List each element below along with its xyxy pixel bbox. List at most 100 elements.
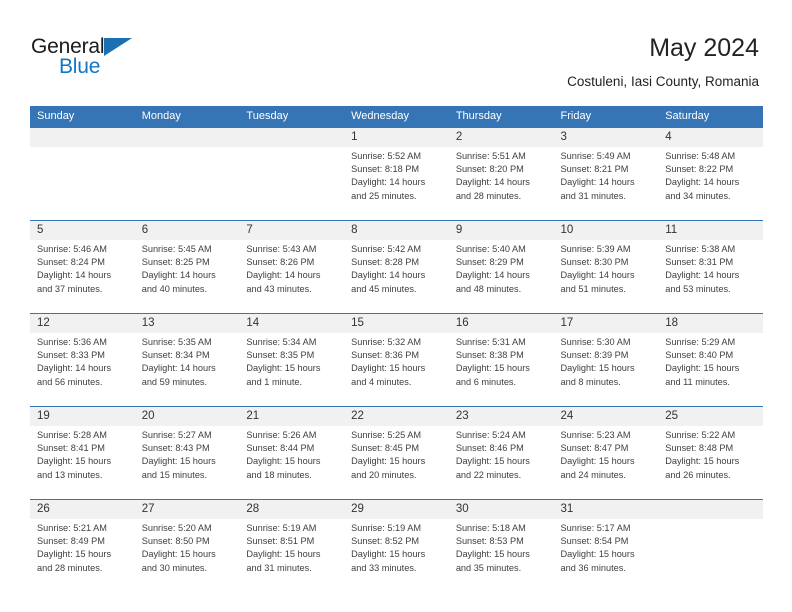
weekday-header-sunday: Sunday bbox=[37, 110, 75, 122]
day-info-24[interactable]: Sunrise: 5:23 AM Sunset: 8:47 PM Daylight:… bbox=[554, 426, 659, 499]
sunrise-text: Sunrise: 5:48 AM bbox=[665, 151, 736, 161]
day-number-16[interactable]: 16 bbox=[449, 314, 554, 333]
day-number-18[interactable]: 18 bbox=[658, 314, 763, 333]
sunrise-text: Sunrise: 5:17 AM bbox=[560, 523, 631, 533]
daylight-text-cont: and 35 minutes. bbox=[455, 562, 522, 573]
sunrise-text: Sunrise: 5:36 AM bbox=[37, 337, 107, 347]
day-number-17[interactable]: 17 bbox=[554, 314, 659, 333]
day-number-14[interactable]: 14 bbox=[239, 314, 344, 333]
calendar-grid: Sunday Monday Tuesday Wednesday Thursday Frid… bbox=[30, 106, 763, 592]
day-number-1[interactable]: 1 bbox=[344, 128, 449, 147]
day-info-17[interactable]: Sunrise: 5:30 AM Sunset: 8:39 PM Daylight:… bbox=[554, 333, 659, 406]
day-number-29[interactable]: 29 bbox=[344, 500, 449, 519]
day-info-5[interactable]: Sunrise: 5:46 AM Sunset: 8:24 PM Daylight:… bbox=[30, 240, 135, 313]
daylight-text-cont: and 26 minutes. bbox=[665, 469, 731, 480]
day-number-23[interactable]: 23 bbox=[449, 407, 554, 426]
day-number-2[interactable]: 2 bbox=[449, 128, 554, 147]
day-info-23[interactable]: Sunrise: 5:24 AM Sunset: 8:46 PM Daylight:… bbox=[449, 426, 554, 499]
daylight-text: Daylight: 14 hours bbox=[560, 177, 635, 188]
sunset-text: Sunset: 8:34 PM bbox=[141, 350, 210, 361]
day-number-13[interactable]: 13 bbox=[135, 314, 240, 333]
day-info-30[interactable]: Sunrise: 5:18 AM Sunset: 8:53 PM Daylight:… bbox=[449, 519, 554, 592]
day-info-14[interactable]: Sunrise: 5:34 AM Sunset: 8:35 PM Daylight:… bbox=[239, 333, 344, 406]
daylight-text-cont: and 43 minutes. bbox=[246, 283, 312, 294]
week-day-numbers: 12 13 14 15 16 17 18 bbox=[30, 314, 763, 333]
sunrise-text: Sunrise: 5:35 AM bbox=[141, 337, 212, 347]
day-number-5[interactable]: 5 bbox=[30, 221, 135, 240]
daylight-text: Daylight: 15 hours bbox=[141, 456, 216, 467]
general-blue-logo[interactable]: General Blue bbox=[31, 36, 151, 84]
sunrise-text: Sunrise: 5:24 AM bbox=[455, 430, 526, 440]
day-info-20[interactable]: Sunrise: 5:27 AM Sunset: 8:43 PM Daylight:… bbox=[135, 426, 240, 499]
day-number-27[interactable]: 27 bbox=[135, 500, 240, 519]
sunset-text: Sunset: 8:25 PM bbox=[141, 257, 210, 268]
sunset-text: Sunset: 8:50 PM bbox=[141, 536, 210, 547]
day-info-6[interactable]: Sunrise: 5:45 AM Sunset: 8:25 PM Daylight:… bbox=[135, 240, 240, 313]
day-info-8[interactable]: Sunrise: 5:42 AM Sunset: 8:28 PM Daylight:… bbox=[344, 240, 449, 313]
day-info-11[interactable]: Sunrise: 5:38 AM Sunset: 8:31 PM Daylight:… bbox=[658, 240, 763, 313]
weekday-header-monday: Monday bbox=[141, 110, 181, 122]
logo-text-general: General bbox=[31, 35, 105, 58]
day-number-28[interactable]: 28 bbox=[239, 500, 344, 519]
day-info-16[interactable]: Sunrise: 5:31 AM Sunset: 8:38 PM Daylight:… bbox=[449, 333, 554, 406]
sunrise-text: Sunrise: 5:25 AM bbox=[351, 430, 422, 440]
daylight-text: Daylight: 14 hours bbox=[455, 270, 530, 281]
day-number-7[interactable]: 7 bbox=[239, 221, 344, 240]
day-number-8[interactable]: 8 bbox=[344, 221, 449, 240]
day-info-12[interactable]: Sunrise: 5:36 AM Sunset: 8:33 PM Daylight:… bbox=[30, 333, 135, 406]
day-info-21[interactable]: Sunrise: 5:26 AM Sunset: 8:44 PM Daylight:… bbox=[239, 426, 344, 499]
day-number-22[interactable]: 22 bbox=[344, 407, 449, 426]
day-info-3[interactable]: Sunrise: 5:49 AM Sunset: 8:21 PM Daylight:… bbox=[554, 147, 659, 220]
day-info-2[interactable]: Sunrise: 5:51 AM Sunset: 8:20 PM Daylight:… bbox=[449, 147, 554, 220]
daylight-text: Daylight: 14 hours bbox=[455, 177, 530, 188]
day-number-15[interactable]: 15 bbox=[344, 314, 449, 333]
day-info-13[interactable]: Sunrise: 5:35 AM Sunset: 8:34 PM Daylight:… bbox=[135, 333, 240, 406]
day-info-27[interactable]: Sunrise: 5:20 AM Sunset: 8:50 PM Daylight:… bbox=[135, 519, 240, 592]
day-info-7[interactable]: Sunrise: 5:43 AM Sunset: 8:26 PM Daylight:… bbox=[239, 240, 344, 313]
day-info-4[interactable]: Sunrise: 5:48 AM Sunset: 8:22 PM Daylight:… bbox=[658, 147, 763, 220]
day-number-19[interactable]: 19 bbox=[30, 407, 135, 426]
daylight-text: Daylight: 14 hours bbox=[665, 177, 740, 188]
day-info-empty bbox=[30, 147, 135, 220]
sunset-text: Sunset: 8:33 PM bbox=[37, 350, 105, 361]
page-header: General Blue May 2024 Costuleni, Iasi Co… bbox=[0, 0, 792, 104]
logo-triangle-icon bbox=[104, 38, 132, 56]
day-info-1[interactable]: Sunrise: 5:52 AM Sunset: 8:18 PM Daylight:… bbox=[344, 147, 449, 220]
day-info-29[interactable]: Sunrise: 5:19 AM Sunset: 8:52 PM Daylight:… bbox=[344, 519, 449, 592]
day-number-31[interactable]: 31 bbox=[554, 500, 659, 519]
day-number-25[interactable]: 25 bbox=[658, 407, 763, 426]
day-number-11[interactable]: 11 bbox=[658, 221, 763, 240]
daylight-text: Daylight: 15 hours bbox=[141, 549, 216, 560]
calendar-week-row: 5 6 7 8 9 10 11 Sunrise: 5:46 AM Sunset: 8:24 PM… bbox=[30, 220, 763, 313]
sunset-text: Sunset: 8:35 PM bbox=[246, 350, 315, 361]
daylight-text: Daylight: 15 hours bbox=[560, 363, 635, 374]
sunrise-text: Sunrise: 5:22 AM bbox=[665, 430, 736, 440]
day-number-21[interactable]: 21 bbox=[239, 407, 344, 426]
day-info-10[interactable]: Sunrise: 5:39 AM Sunset: 8:30 PM Daylight:… bbox=[554, 240, 659, 313]
day-number-9[interactable]: 9 bbox=[449, 221, 554, 240]
day-number-12[interactable]: 12 bbox=[30, 314, 135, 333]
day-info-9[interactable]: Sunrise: 5:40 AM Sunset: 8:29 PM Daylight:… bbox=[449, 240, 554, 313]
day-number-6[interactable]: 6 bbox=[135, 221, 240, 240]
day-info-18[interactable]: Sunrise: 5:29 AM Sunset: 8:40 PM Daylight:… bbox=[658, 333, 763, 406]
day-number-4[interactable]: 4 bbox=[658, 128, 763, 147]
day-info-15[interactable]: Sunrise: 5:32 AM Sunset: 8:36 PM Daylight:… bbox=[344, 333, 449, 406]
sunset-text: Sunset: 8:48 PM bbox=[665, 443, 734, 454]
day-number-3[interactable]: 3 bbox=[554, 128, 659, 147]
daylight-text: Daylight: 14 hours bbox=[141, 363, 216, 374]
day-info-19[interactable]: Sunrise: 5:28 AM Sunset: 8:41 PM Daylight:… bbox=[30, 426, 135, 499]
day-number-24[interactable]: 24 bbox=[554, 407, 659, 426]
sunset-text: Sunset: 8:45 PM bbox=[351, 443, 420, 454]
day-info-28[interactable]: Sunrise: 5:19 AM Sunset: 8:51 PM Daylight:… bbox=[239, 519, 344, 592]
sunrise-text: Sunrise: 5:34 AM bbox=[246, 337, 317, 347]
week-day-details: Sunrise: 5:46 AM Sunset: 8:24 PM Daylight:… bbox=[30, 240, 763, 313]
day-info-26[interactable]: Sunrise: 5:21 AM Sunset: 8:49 PM Daylight:… bbox=[30, 519, 135, 592]
day-number-20[interactable]: 20 bbox=[135, 407, 240, 426]
day-info-31[interactable]: Sunrise: 5:17 AM Sunset: 8:54 PM Daylight:… bbox=[554, 519, 659, 592]
day-number-10[interactable]: 10 bbox=[554, 221, 659, 240]
day-info-22[interactable]: Sunrise: 5:25 AM Sunset: 8:45 PM Daylight:… bbox=[344, 426, 449, 499]
day-number-30[interactable]: 30 bbox=[449, 500, 554, 519]
sunrise-text: Sunrise: 5:19 AM bbox=[351, 523, 422, 533]
day-number-26[interactable]: 26 bbox=[30, 500, 135, 519]
day-info-25[interactable]: Sunrise: 5:22 AM Sunset: 8:48 PM Daylight:… bbox=[658, 426, 763, 499]
